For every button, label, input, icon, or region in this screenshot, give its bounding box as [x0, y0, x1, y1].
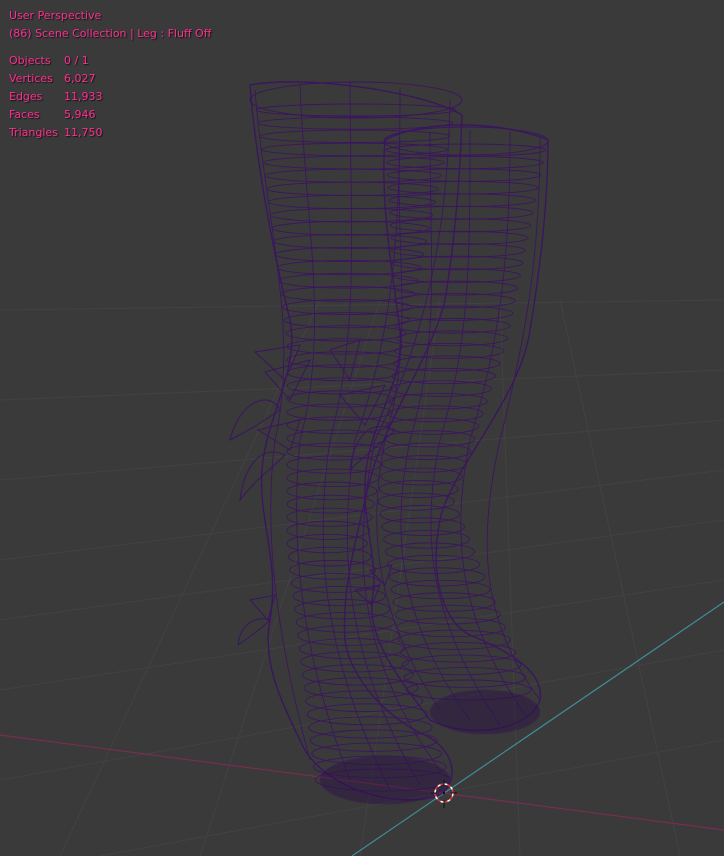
mesh-edge-column — [400, 131, 471, 721]
y-axis-line — [351, 601, 724, 856]
mesh-edge-column — [486, 137, 541, 701]
stat-row-triangles: Triangles 11,750 — [9, 124, 211, 142]
mesh-edge-loop — [276, 260, 422, 276]
mesh-edge-loop — [388, 193, 537, 208]
stat-row-faces: Faces 5,946 — [9, 106, 211, 124]
mesh-edge-loop — [386, 156, 544, 170]
stat-row-vertices: Vertices 6,027 — [9, 70, 211, 88]
stat-label: Objects — [9, 54, 51, 67]
mesh-edge-loop — [309, 729, 438, 752]
mesh-edge-loop — [381, 517, 465, 536]
mesh-edge-loop — [298, 638, 405, 660]
mesh-edge-loop — [305, 690, 424, 713]
scene-statistics: Objects 0 / 1 Vertices 6,027 Edges 11,93… — [9, 52, 211, 142]
mesh-edge-loop — [389, 218, 532, 233]
mesh-edge-column — [296, 84, 351, 781]
mesh-edge-loop — [393, 280, 519, 296]
mesh-edge-loop — [398, 629, 511, 650]
mesh-edge-loop — [377, 492, 455, 511]
mesh-edge-loop — [385, 417, 480, 435]
mesh-edge-loop — [387, 405, 484, 423]
stat-label: Edges — [9, 90, 43, 103]
mesh-edge-loop — [383, 442, 471, 461]
viewport-info-overlay: User Perspective (86) Scene Collection |… — [9, 7, 211, 142]
stat-value: 6,027 — [64, 72, 96, 85]
stat-value: 5,946 — [64, 108, 96, 121]
mesh-edge-loop — [286, 481, 378, 501]
stat-label: Vertices — [9, 72, 53, 85]
stat-label: Triangles — [9, 126, 58, 139]
mesh-edge-loop — [259, 129, 451, 143]
stat-row-edges: Edges 11,933 — [9, 88, 211, 106]
stat-value: 0 / 1 — [64, 54, 89, 67]
mesh-edge-loop — [389, 205, 534, 220]
fluff-fins — [229, 339, 396, 647]
stat-value: 11,933 — [64, 90, 103, 103]
mesh-edge-loop — [403, 667, 527, 688]
mesh-edge-loop — [262, 155, 445, 170]
collection-info: (86) Scene Collection | Leg : Fluff Off — [9, 27, 212, 40]
mesh-edge-loop — [387, 180, 539, 195]
mesh-edge-loop — [286, 403, 392, 421]
mesh-edge-column — [346, 87, 421, 786]
mesh-edge-loop — [267, 194, 436, 210]
mesh-edge-loop — [308, 716, 433, 739]
mesh-edge-loop — [264, 168, 442, 183]
stat-row-objects: Objects 0 / 1 — [9, 52, 211, 70]
mesh-edge-loop — [271, 220, 430, 236]
stat-value: 11,750 — [64, 126, 103, 139]
mesh-edge-loop — [399, 642, 517, 663]
mesh-edge-loop — [266, 181, 439, 196]
3d-viewport[interactable]: User Perspective (86) Scene Collection |… — [0, 0, 724, 856]
mesh-edge-loop — [255, 103, 457, 117]
mesh-edge-loop — [274, 246, 425, 263]
mesh-edge-loop — [260, 142, 448, 157]
stat-label: Faces — [9, 108, 40, 121]
mesh-edge-loop — [297, 625, 400, 646]
mesh-edge-loop — [388, 392, 488, 410]
view-name: User Perspective — [9, 9, 102, 22]
mesh-edge-loop — [278, 273, 419, 289]
mesh-edge-loop — [257, 116, 454, 130]
